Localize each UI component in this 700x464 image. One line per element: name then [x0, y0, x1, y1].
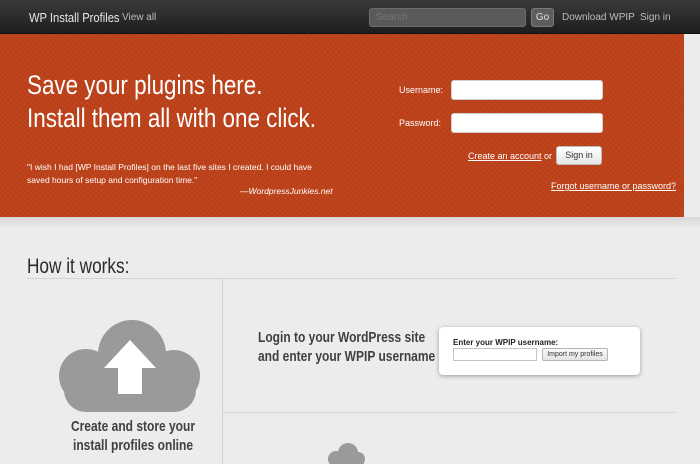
password-field[interactable]: [451, 113, 603, 133]
hero-banner: Save your plugins here. Install them all…: [0, 34, 684, 217]
step-2-line-2: and enter your WPIP username: [258, 348, 436, 365]
cloud-upload-icon: [59, 320, 200, 412]
top-navbar: WP Install Profiles View all Go Download…: [0, 0, 700, 34]
quote-line-1: "I wish I had [WP Install Profiles] on t…: [27, 162, 312, 172]
headline-line-2: Install them all with one click.: [27, 103, 316, 133]
download-wpip-link[interactable]: Download WPIP: [562, 12, 635, 23]
create-account-link[interactable]: Create an account: [468, 151, 542, 161]
import-profiles-button[interactable]: Import my profiles: [542, 348, 608, 361]
search-input[interactable]: [369, 8, 526, 27]
cloud-icon: [328, 443, 365, 464]
section-divider: [27, 278, 675, 279]
password-label: Password:: [399, 118, 442, 128]
wpip-username-card: Enter your WPIP username: Import my prof…: [439, 327, 640, 375]
step-2-text: Login to your WordPress site and enter y…: [258, 328, 436, 366]
wpip-username-field[interactable]: [453, 348, 537, 361]
or-text: or: [544, 151, 553, 161]
search-go-button[interactable]: Go: [531, 8, 554, 27]
headline-line-1: Save your plugins here.: [27, 70, 263, 100]
how-it-works-heading: How it works:: [27, 255, 130, 278]
step-1-line-1: Create and store your: [70, 418, 196, 435]
testimonial-quote: "I wish I had [WP Install Profiles] on t…: [27, 161, 357, 187]
column-divider: [222, 279, 223, 464]
hero-headline: Save your plugins here. Install them all…: [27, 69, 316, 135]
username-field[interactable]: [451, 80, 603, 100]
step-divider: [222, 412, 675, 413]
step-2-line-1: Login to your WordPress site: [258, 329, 426, 346]
view-all-link[interactable]: View all: [122, 12, 156, 23]
step-1-line-2: install profiles online: [72, 437, 194, 454]
brand-logo-link[interactable]: WP Install Profiles: [29, 10, 120, 25]
forgot-password-link[interactable]: Forgot username or password?: [551, 181, 676, 191]
hero-edge: [684, 34, 700, 217]
wpip-username-label: Enter your WPIP username:: [453, 338, 559, 347]
quote-author: —WordpressJunkies.net: [240, 186, 333, 196]
nav-signin-link[interactable]: Sign in: [640, 12, 671, 23]
signin-button[interactable]: Sign in: [556, 146, 602, 165]
username-label: Username:: [399, 85, 444, 95]
hero-shadow: [0, 217, 700, 229]
step-1-text: Create and store your install profiles o…: [57, 417, 209, 455]
